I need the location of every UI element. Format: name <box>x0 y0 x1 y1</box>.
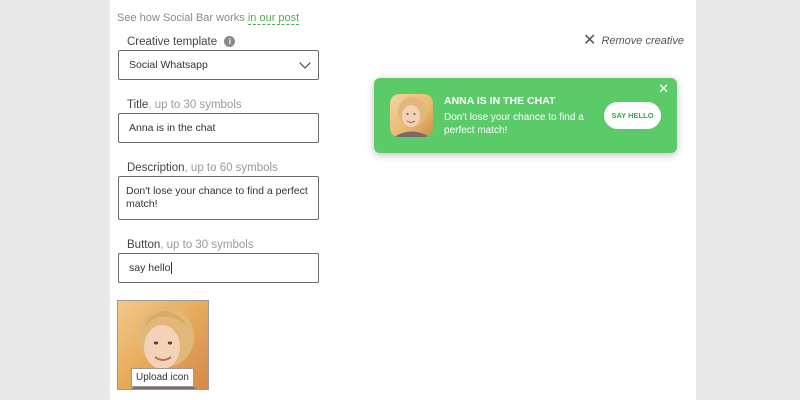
upload-icon-button[interactable]: Upload icon <box>131 368 194 387</box>
close-icon: ✕ <box>583 32 597 49</box>
title-label-text: Title <box>127 99 149 111</box>
title-label: Title, up to 30 symbols <box>127 99 242 111</box>
template-label-text: Creative template <box>127 36 218 48</box>
description-textarea[interactable]: Don't lose your chance to find a perfect… <box>118 176 319 220</box>
intro-text: See how Social Bar works in our post <box>117 12 300 25</box>
text-cursor <box>171 262 173 275</box>
preview-avatar-image <box>394 97 430 137</box>
post-link[interactable]: in our post <box>247 12 300 25</box>
description-label: Description, up to 60 symbols <box>127 162 278 174</box>
preview-title: ANNA IS IN THE CHAT <box>444 95 556 107</box>
title-hint: , up to 30 symbols <box>148 99 242 111</box>
button-text-input[interactable]: say hello <box>118 253 319 283</box>
icon-uploader[interactable]: Upload icon <box>117 300 209 390</box>
intro-label: See how Social Bar works <box>117 12 248 24</box>
preview-avatar <box>390 94 433 137</box>
title-input[interactable]: Anna is in the chat <box>118 113 319 143</box>
description-hint: , up to 60 symbols <box>184 162 278 174</box>
button-label: Button, up to 30 symbols <box>127 239 254 251</box>
preview-description: Don't lose your chance to find a perfect… <box>444 112 584 136</box>
remove-creative-label: Remove creative <box>601 35 684 47</box>
description-textarea-value: Don't lose your chance to find a perfect… <box>126 185 308 210</box>
description-label-text: Description <box>127 162 185 174</box>
button-label-text: Button <box>127 239 161 251</box>
remove-creative-button[interactable]: ✕ Remove creative <box>583 32 684 49</box>
preview-close-icon[interactable]: ✕ <box>658 81 669 97</box>
creative-editor-panel: See how Social Bar works in our post Cre… <box>110 0 696 400</box>
creative-preview-card: ✕ ANNA IS IN THE CHAT Don't lose your ch… <box>374 78 677 153</box>
template-label: Creative template i <box>127 36 236 48</box>
template-select[interactable]: Social Whatsapp <box>118 50 319 80</box>
template-select-value: Social Whatsapp <box>129 59 208 71</box>
title-input-value: Anna is in the chat <box>129 122 216 134</box>
chevron-down-icon <box>299 57 311 69</box>
info-icon[interactable]: i <box>224 36 236 48</box>
preview-cta-button[interactable]: SAY HELLO <box>604 102 661 129</box>
button-hint: , up to 30 symbols <box>160 239 254 251</box>
button-text-value: say hello <box>129 262 171 274</box>
